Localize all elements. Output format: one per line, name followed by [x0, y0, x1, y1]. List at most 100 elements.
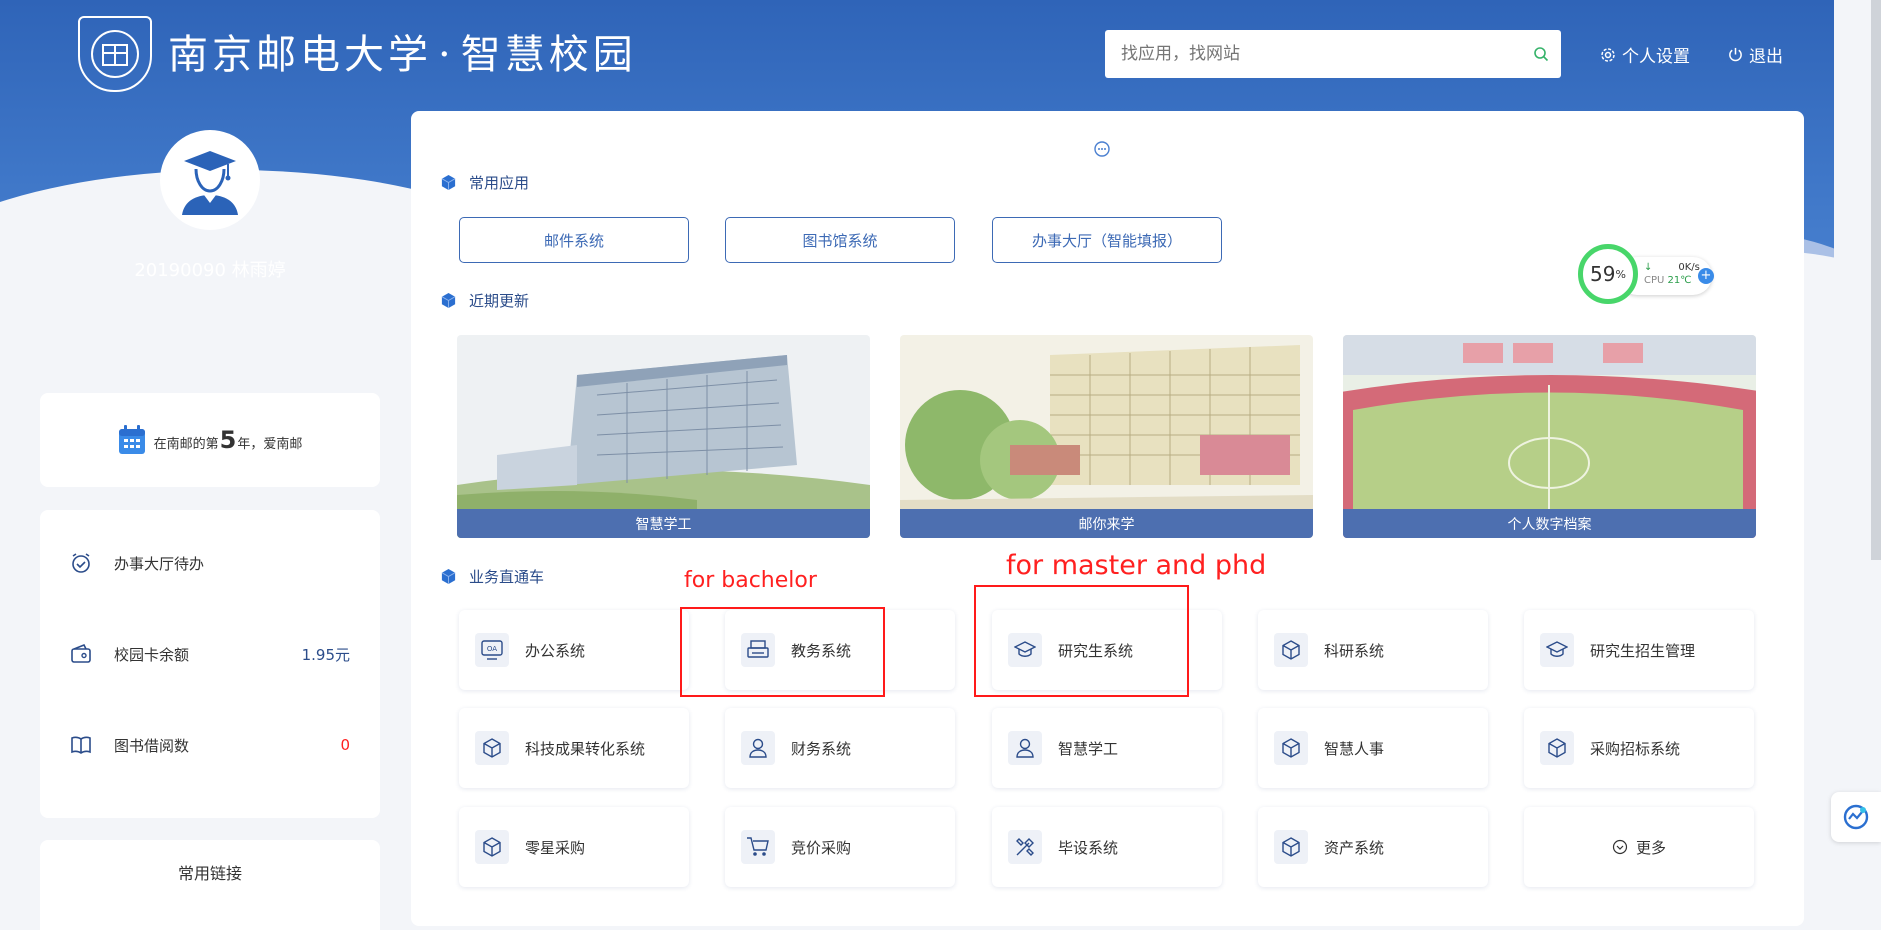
- recent-card-caption: 智慧学工: [457, 509, 870, 538]
- years-prefix: 在南邮的第: [153, 437, 219, 452]
- oa-icon: OA: [475, 633, 509, 667]
- stat-value: 1.95元: [301, 645, 350, 664]
- recent-card-caption: 邮你来学: [900, 509, 1313, 538]
- settings-button[interactable]: 个人设置: [1600, 42, 1690, 67]
- tile-label: 智慧人事: [1324, 739, 1385, 758]
- alarm-clock-icon: [70, 552, 94, 574]
- section-title: 近期更新: [469, 292, 530, 310]
- tile-label: 竞价采购: [791, 838, 852, 857]
- power-icon: [1729, 47, 1742, 62]
- tile-thesis-system[interactable]: 毕设系统: [992, 807, 1222, 887]
- assistant-icon: [1843, 804, 1869, 830]
- section-title: 业务直通车: [469, 568, 545, 586]
- tile-label: 资产系统: [1324, 838, 1385, 857]
- tile-small-purchase[interactable]: 零星采购: [459, 807, 689, 887]
- chat-icon[interactable]: [1093, 140, 1111, 162]
- logout-label: 退出: [1749, 47, 1783, 67]
- cube-icon: [475, 731, 509, 765]
- network-speed: 0K/s: [1678, 262, 1700, 273]
- cpu-label: CPU: [1644, 275, 1665, 286]
- logout-button[interactable]: 退出: [1728, 42, 1783, 67]
- graduate-avatar-icon: [182, 151, 238, 215]
- tile-label: 采购招标系统: [1590, 739, 1681, 758]
- floating-assistant-button[interactable]: [1831, 792, 1881, 842]
- cube-icon: [1274, 830, 1308, 864]
- stat-card-balance[interactable]: 校园卡余额 1.95元: [70, 643, 350, 665]
- user-icon: [741, 731, 775, 765]
- links-title: 常用链接: [177, 864, 242, 883]
- system-monitor-widget[interactable]: 59% ↓ 0K/s CPU 21℃ +: [1578, 244, 1728, 304]
- tile-label: 科研系统: [1324, 641, 1385, 660]
- recent-card-smart-student[interactable]: 智慧学工: [457, 335, 870, 538]
- annotation-box-bachelor: [680, 607, 885, 697]
- section-title: 常用应用: [469, 174, 530, 192]
- cube-section-icon: [441, 174, 456, 191]
- tile-label: 研究生招生管理: [1590, 641, 1696, 660]
- svg-text:OA: OA: [487, 645, 497, 653]
- calendar-icon: [118, 425, 145, 454]
- tile-label: 毕设系统: [1058, 838, 1119, 857]
- section-recent-updates: 近期更新: [440, 290, 529, 311]
- years-card: 在南邮的第5年，爱南邮: [40, 393, 380, 487]
- cube-icon: [1274, 731, 1308, 765]
- years-value: 5: [219, 426, 237, 454]
- years-suffix: 年，爱南邮: [237, 437, 303, 452]
- annotation-bachelor: for bachelor: [684, 568, 817, 593]
- campus-building-illustration: [457, 335, 870, 538]
- common-app-mail[interactable]: 邮件系统: [459, 217, 689, 263]
- tile-label: 零星采购: [525, 838, 586, 857]
- avatar[interactable]: [160, 130, 260, 230]
- graduation-cap-icon: [1540, 633, 1574, 667]
- page-scrollbar[interactable]: [1871, 0, 1881, 560]
- cube-icon: [1274, 633, 1308, 667]
- university-emblem-icon: [91, 30, 139, 78]
- title-separator: ·: [438, 32, 455, 78]
- memory-percent-unit: %: [1615, 267, 1626, 281]
- years-text: 在南邮的第5年，爱南邮: [154, 426, 303, 454]
- stat-books-borrowed[interactable]: 图书借阅数 0: [70, 734, 350, 756]
- user-name: 20190090 林雨婷: [134, 260, 286, 281]
- tile-label: 智慧学工: [1058, 739, 1119, 758]
- tile-tech-transfer[interactable]: 科技成果转化系统: [459, 708, 689, 788]
- cube-section-icon: [441, 568, 456, 585]
- common-app-service-hall[interactable]: 办事大厅（智能填报）: [992, 217, 1222, 263]
- search-icon[interactable]: [1521, 46, 1561, 62]
- more-button[interactable]: 更多: [1524, 807, 1754, 887]
- section-business: 业务直通车: [440, 566, 544, 587]
- recent-card-digital-archive[interactable]: 个人数字档案: [1343, 335, 1756, 538]
- tile-bidding-purchase[interactable]: 竞价采购: [725, 807, 955, 887]
- search-input[interactable]: [1105, 30, 1521, 78]
- school-name: 南京邮电大学: [168, 32, 432, 78]
- university-logo: [78, 16, 152, 92]
- book-icon: [70, 734, 94, 756]
- more-label: 更多: [1635, 838, 1666, 857]
- tile-smart-hr[interactable]: 智慧人事: [1258, 708, 1488, 788]
- tile-smart-student-affairs[interactable]: 智慧学工: [992, 708, 1222, 788]
- tile-asset-system[interactable]: 资产系统: [1258, 807, 1488, 887]
- common-app-library[interactable]: 图书馆系统: [725, 217, 955, 263]
- plus-icon[interactable]: +: [1698, 268, 1714, 284]
- memory-usage-ring: 59%: [1578, 244, 1638, 304]
- stat-pending-tasks[interactable]: 办事大厅待办: [70, 552, 350, 574]
- tile-office-system[interactable]: OA 办公系统: [459, 610, 689, 690]
- tile-graduate-admissions[interactable]: 研究生招生管理: [1524, 610, 1754, 690]
- annotation-master-phd: for master and phd: [1006, 550, 1267, 581]
- tile-label: 科技成果转化系统: [525, 739, 646, 758]
- annotation-box-master-phd: [974, 585, 1189, 697]
- tile-research-system[interactable]: 科研系统: [1258, 610, 1488, 690]
- cart-icon: [741, 830, 775, 864]
- cube-icon: [1540, 731, 1574, 765]
- tile-finance-system[interactable]: 财务系统: [725, 708, 955, 788]
- stat-label: 图书借阅数: [114, 736, 190, 755]
- tools-icon: [1008, 830, 1042, 864]
- campus-library-illustration: [900, 335, 1313, 538]
- recent-card-youni-learn[interactable]: 邮你来学: [900, 335, 1313, 538]
- stat-label: 办事大厅待办: [114, 554, 205, 573]
- tile-procurement-bidding[interactable]: 采购招标系统: [1524, 708, 1754, 788]
- cube-icon: [475, 830, 509, 864]
- wallet-icon: [70, 643, 94, 665]
- gear-icon: [1601, 47, 1615, 62]
- cpu-temp: 21℃: [1667, 275, 1692, 286]
- tile-label: 财务系统: [791, 739, 852, 758]
- tile-label: 办公系统: [525, 641, 586, 660]
